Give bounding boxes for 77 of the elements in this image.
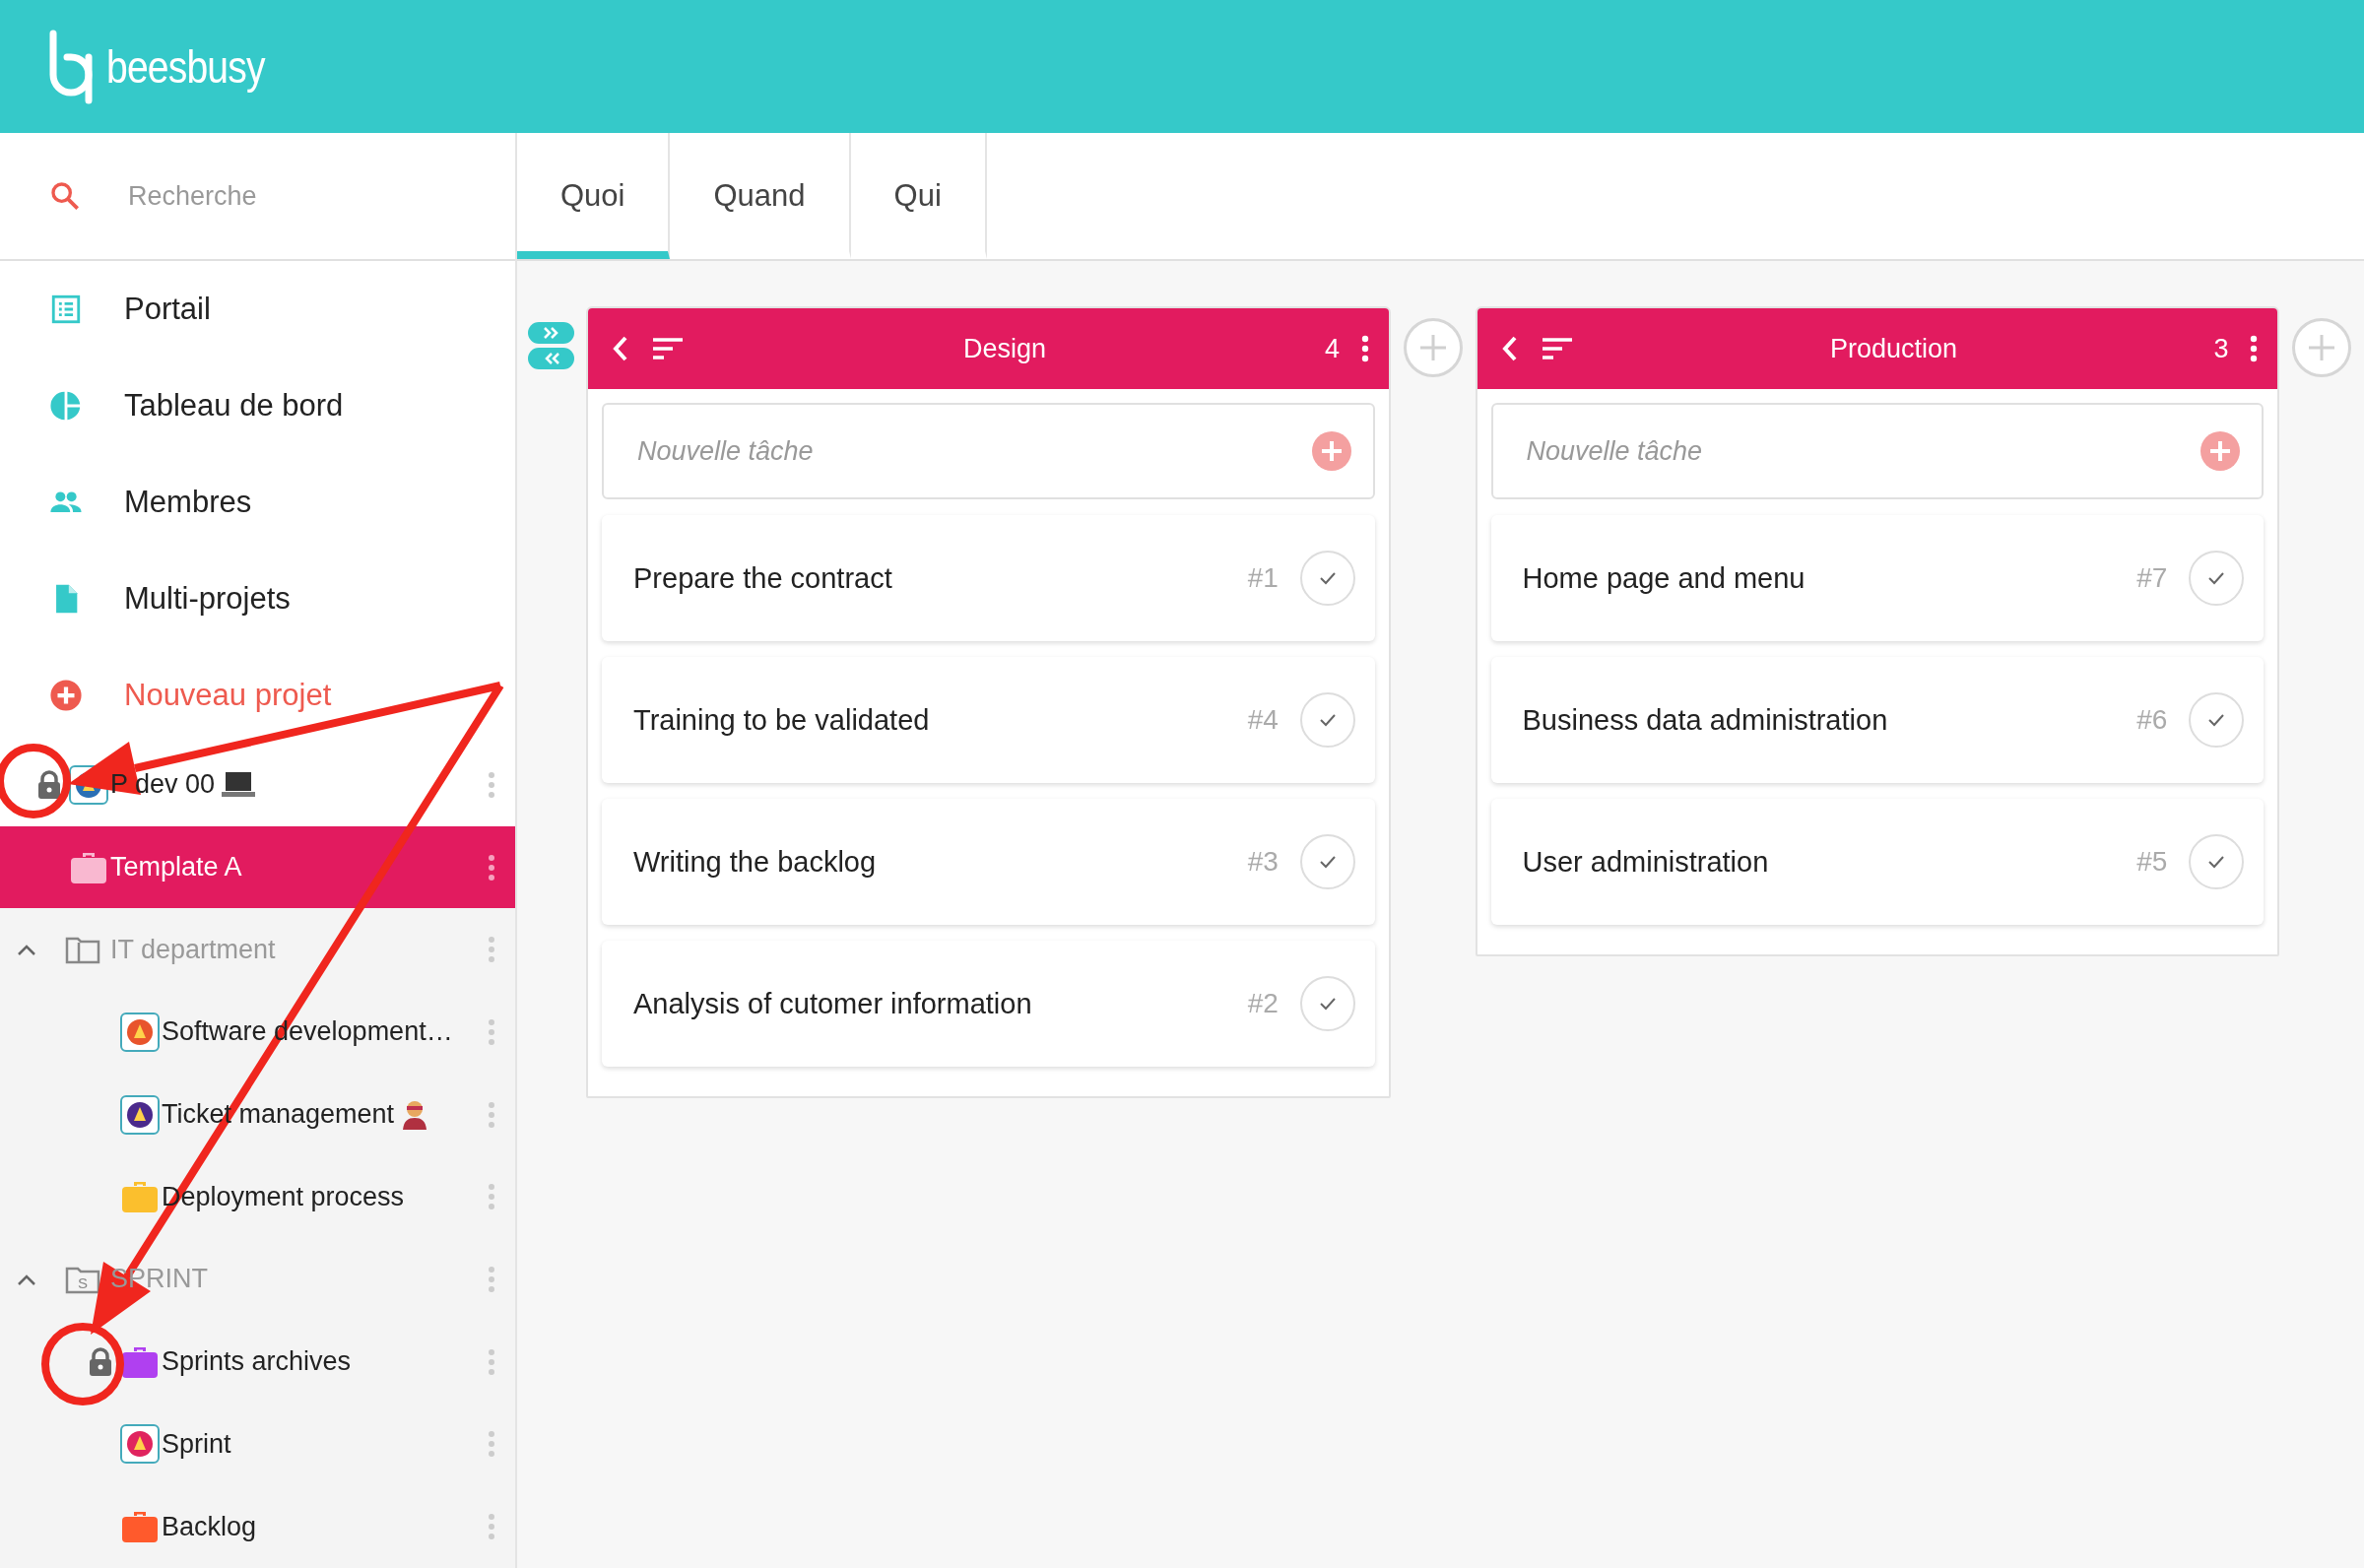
project-name: Backlog [162,1511,257,1542]
task-title: Prepare the contract [633,561,893,595]
check-icon [2206,854,2227,870]
new-task-field[interactable]: Nouvelle tâche [602,403,1375,499]
check-icon [1317,996,1338,1012]
expand-button[interactable] [528,322,574,344]
check-icon [2206,570,2227,586]
task-card[interactable]: Home page and menu #7 [1490,515,2265,641]
tab[interactable]: Quand [670,133,851,259]
task-card[interactable]: Writing the backlog #3 [602,799,1375,925]
check-icon [1317,712,1338,728]
task-number: #1 [1247,562,1279,594]
task-number: #7 [2136,562,2168,594]
more-icon[interactable] [488,853,495,882]
nav-item[interactable]: Portail [124,292,211,327]
sort-icon[interactable] [651,337,685,360]
task-number: #2 [1247,988,1279,1019]
task-number: #5 [2136,846,2168,878]
new-task-field[interactable]: Nouvelle tâche [1490,403,2265,499]
project-logo-icon [119,1424,160,1465]
add-icon [49,679,83,712]
task-card[interactable]: Training to be validated #4 [602,657,1375,783]
nav-item[interactable]: Membres [124,485,252,520]
back-icon[interactable] [1500,335,1519,362]
nav-item[interactable]: Tableau de bord [124,388,344,424]
project-name: Sprint [162,1428,231,1460]
task-count: 4 [1324,333,1340,364]
project-name: Sprints archives [162,1346,352,1378]
new-task-input[interactable]: Nouvelle tâche [635,434,1312,468]
more-icon[interactable] [2250,335,2259,362]
task-card[interactable]: User administration #5 [1490,799,2265,925]
project-name: Template A [110,852,242,883]
list-icon [49,293,83,326]
tab[interactable]: Quoi [517,133,671,259]
project-item[interactable]: Template A [0,825,515,909]
check-icon [1317,854,1338,870]
more-icon[interactable] [1360,335,1369,362]
project-item[interactable]: Backlog [0,1485,515,1568]
task-title: Training to be validated [633,703,931,737]
new-task-input[interactable]: Nouvelle tâche [1524,434,2201,468]
tab[interactable]: Qui [850,133,987,259]
project-logo-icon [119,1012,160,1052]
task-card[interactable]: Analysis of cutomer information #2 [602,941,1375,1067]
task-card[interactable]: Business data administration #6 [1490,657,2265,783]
collapse-button[interactable] [528,348,574,369]
task-card[interactable]: Prepare the contract #1 [602,515,1375,641]
plus-icon [2307,333,2337,362]
task-count: 3 [2213,333,2229,364]
task-number: #4 [1247,704,1279,736]
chevron-icon[interactable] [16,943,37,957]
task-number: #6 [2136,704,2168,736]
folder-icon [65,935,100,965]
search-icon[interactable] [49,180,81,212]
plus-icon [1417,333,1448,362]
add-icon[interactable] [2200,431,2241,471]
nav-item[interactable]: Multi-projets [124,581,291,617]
project-item[interactable]: Sprints archives [0,1320,515,1404]
project-item[interactable]: Sprint [0,1403,515,1486]
sort-icon[interactable] [1540,337,1574,360]
column-title: Production [1828,333,1958,364]
folder-name: IT department [110,934,276,964]
logo-text: beesbusy [106,39,265,94]
search-field[interactable]: Recherche [126,179,441,213]
task-number: #3 [1247,846,1279,878]
pie-chart-icon [49,389,83,423]
task-title: Writing the backlog [633,845,878,879]
project-logo-icon [119,1094,160,1135]
column-title: Design [961,333,1047,364]
add-icon[interactable] [1311,431,1351,471]
back-icon[interactable] [612,335,629,362]
task-title: User administration [1522,845,1770,879]
check-icon [2206,712,2227,728]
task-title: Business data administration [1522,703,1889,737]
task-title: Home page and menu [1522,561,1806,595]
check-icon [1317,570,1338,586]
laptop-icon [221,769,257,800]
task-title: Analysis of cutomer information [633,987,1033,1020]
